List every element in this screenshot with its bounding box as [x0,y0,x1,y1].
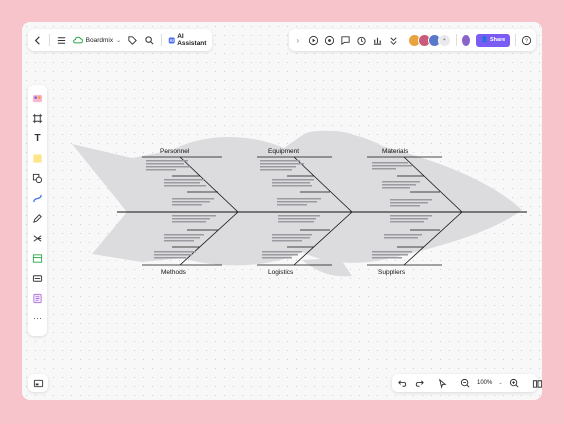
expand-icon[interactable] [388,33,399,47]
template-icon[interactable] [31,91,45,105]
svg-text:?: ? [525,38,528,44]
tag-icon[interactable] [127,33,138,47]
cloud-icon [72,36,83,44]
timer-icon[interactable] [356,33,367,47]
book-icon[interactable] [532,376,542,390]
back-icon[interactable] [32,33,43,47]
present-icon[interactable] [324,33,335,47]
svg-text:AI: AI [169,38,173,43]
divider [455,34,457,46]
avatar-more: + [437,33,451,47]
help-icon[interactable]: ? [521,33,532,47]
fishbone-diagram: Personnel Equipment Materials Methods Lo… [72,130,527,277]
top-left-toolbar: Boardmix ⌄ AI AI Assistant [28,29,212,51]
chart-icon[interactable] [372,33,383,47]
zoom-toolbar: 100% ⌄ [392,374,542,392]
document-icon[interactable] [31,291,45,305]
user-avatar[interactable] [461,33,472,47]
pointer-icon[interactable] [437,376,448,390]
undo-icon[interactable] [397,376,408,390]
tools-sidebar: T ⋯ [28,85,47,336]
share-button[interactable]: 👤 Share [476,33,511,47]
category-personnel: Personnel [160,148,190,155]
text-box-icon[interactable] [31,271,45,285]
table-icon[interactable] [31,251,45,265]
category-materials: Materials [382,148,409,155]
ai-assistant-button[interactable]: AI AI Assistant [168,33,208,47]
ai-icon: AI [168,37,175,43]
divider [161,34,162,46]
sticky-note-icon[interactable] [31,151,45,165]
category-logistics: Logistics [268,269,294,276]
redo-icon[interactable] [414,376,425,390]
user-plus-icon: 👤 [481,37,488,43]
minimap-button[interactable] [28,374,48,392]
board-name: Boardmix [85,36,114,44]
share-label: Share [490,37,506,43]
search-icon[interactable] [144,33,155,47]
top-right-toolbar: › + 👤 Share ? [289,29,536,51]
pen-icon[interactable] [31,211,45,225]
frame-icon[interactable] [31,111,45,125]
play-icon[interactable] [308,33,319,47]
category-methods: Methods [161,269,187,276]
ai-assistant-label: AI Assistant [177,33,207,47]
chevron-down-icon[interactable]: ⌄ [498,380,502,386]
text-icon[interactable]: T [31,131,45,145]
zoom-out-icon[interactable] [460,376,471,390]
collaborator-avatars[interactable]: + [407,33,451,47]
category-suppliers: Suppliers [378,269,406,276]
connector-icon[interactable] [31,191,45,205]
divider [515,34,516,46]
menu-icon[interactable] [56,33,67,47]
shape-icon[interactable] [31,171,45,185]
chevron-down-icon: ⌄ [116,37,122,44]
divider [49,34,50,46]
comment-icon[interactable] [340,33,351,47]
mindmap-icon[interactable] [31,231,45,245]
more-tools-icon[interactable]: ⋯ [31,311,45,325]
board-name-dropdown[interactable]: Boardmix ⌄ [72,36,122,44]
minimap-icon [31,376,45,390]
collapse-icon[interactable]: › [293,33,303,47]
board-window: Personnel Equipment Materials Methods Lo… [22,22,542,400]
zoom-in-icon[interactable] [509,376,520,390]
zoom-level[interactable]: 100% [477,380,492,386]
category-equipment: Equipment [268,148,299,155]
